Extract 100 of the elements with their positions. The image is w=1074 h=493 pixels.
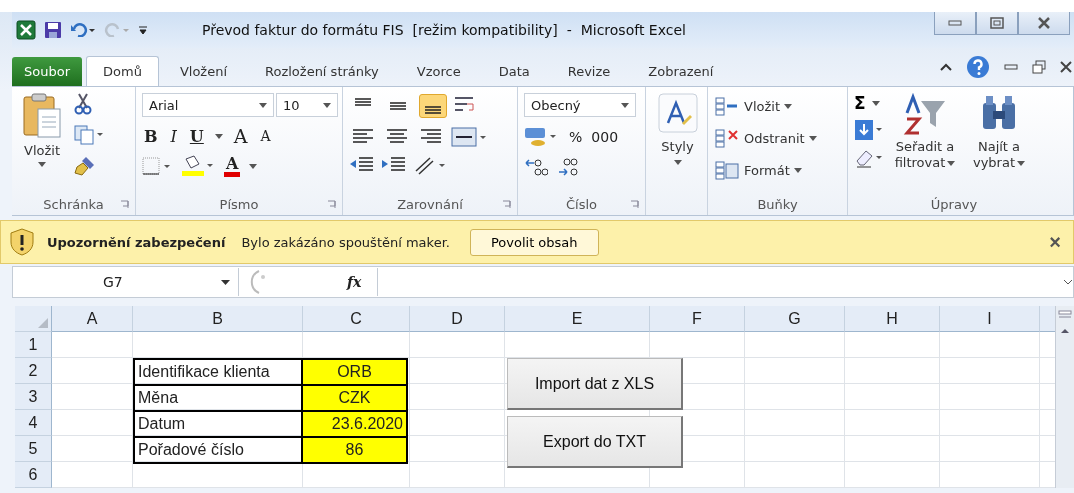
ribbon-tab[interactable]: Domů bbox=[86, 56, 159, 86]
caret-icon bbox=[259, 102, 267, 108]
close-button[interactable] bbox=[1018, 12, 1070, 35]
row-header[interactable]: 4 bbox=[15, 410, 52, 436]
format-painter-icon[interactable] bbox=[74, 155, 96, 177]
font-size-dropdown[interactable]: 10 bbox=[276, 93, 338, 117]
column-header[interactable]: G bbox=[745, 306, 845, 332]
macro-button[interactable]: Export do TXT bbox=[507, 416, 683, 468]
file-tab[interactable]: Soubor bbox=[12, 57, 82, 86]
ribbon-tab[interactable]: Revize bbox=[550, 56, 628, 86]
column-header[interactable]: I bbox=[940, 306, 1040, 332]
paste-button[interactable]: Vložit bbox=[18, 93, 66, 193]
copy-icon[interactable] bbox=[74, 125, 104, 145]
sort-filter-icon bbox=[903, 93, 947, 137]
insert-function-button[interactable]: fx bbox=[277, 274, 372, 290]
clipboard-icon bbox=[22, 93, 62, 139]
vertical-align-button[interactable] bbox=[419, 94, 447, 118]
row-header[interactable]: 1 bbox=[15, 332, 52, 358]
column-header[interactable]: F bbox=[650, 306, 745, 332]
sort-filter-button[interactable]: Seřadit a filtrovat bbox=[892, 93, 958, 193]
caret-icon bbox=[38, 162, 46, 167]
borders-icon[interactable] bbox=[142, 156, 172, 176]
cut-icon[interactable] bbox=[74, 93, 92, 115]
styles-button[interactable]: Styly bbox=[657, 93, 698, 165]
cells-icon bbox=[714, 96, 740, 116]
ribbon-tab[interactable]: Data bbox=[481, 56, 547, 86]
close-workbook-icon[interactable] bbox=[1060, 60, 1072, 74]
minimize-icon bbox=[948, 20, 962, 26]
caret-icon bbox=[871, 100, 880, 106]
find-select-button[interactable]: Najít a vybrat bbox=[966, 93, 1032, 193]
minimize-workbook-icon[interactable] bbox=[1004, 64, 1018, 70]
help-icon[interactable] bbox=[966, 55, 990, 79]
caret-icon bbox=[673, 160, 682, 165]
cells-icon bbox=[714, 128, 740, 148]
number-format-dropdown[interactable]: Obecný bbox=[524, 93, 636, 117]
ribbon-tab[interactable]: Vložení bbox=[162, 56, 244, 86]
save-icon[interactable] bbox=[44, 21, 62, 39]
ribbon-tab[interactable]: Zobrazení bbox=[631, 56, 731, 86]
macro-button[interactable]: Import dat z XLS bbox=[507, 358, 683, 410]
column-header[interactable]: B bbox=[133, 306, 303, 332]
table-cell: CZK bbox=[301, 384, 408, 412]
cells-command-button[interactable]: Formát bbox=[714, 157, 843, 183]
column-header[interactable]: H bbox=[845, 306, 940, 332]
undo-icon[interactable] bbox=[70, 23, 96, 37]
percent-style-button[interactable]: % bbox=[569, 129, 583, 145]
align-lines-icon bbox=[389, 102, 407, 110]
group-label: Úpravy bbox=[930, 196, 978, 212]
caret-icon[interactable] bbox=[249, 163, 258, 169]
scroll-up-icon[interactable] bbox=[1060, 328, 1070, 334]
align-lines-icon bbox=[354, 98, 372, 106]
table-cell: 86 bbox=[301, 436, 408, 464]
row-header[interactable]: 2 bbox=[15, 358, 52, 384]
thousands-separator-button[interactable]: 000 bbox=[591, 129, 619, 145]
decrease-indent-icon[interactable] bbox=[349, 156, 375, 174]
column-header[interactable]: E bbox=[505, 306, 650, 332]
collapse-ribbon-icon[interactable] bbox=[940, 62, 952, 72]
group-label: Schránka bbox=[43, 196, 104, 212]
customize-toolbar-icon[interactable] bbox=[138, 23, 148, 37]
shrink-font-button[interactable]: A bbox=[258, 128, 273, 144]
cells-command-button[interactable]: Odstranit bbox=[714, 125, 843, 151]
caret-icon bbox=[323, 102, 331, 108]
font-name-dropdown[interactable]: Arial bbox=[142, 93, 274, 117]
ribbon-tab[interactable]: Rozložení stránky bbox=[248, 56, 396, 86]
enable-content-button[interactable]: Povolit obsah bbox=[469, 228, 599, 256]
close-button[interactable]: × bbox=[1049, 230, 1061, 254]
group-label: Číslo bbox=[566, 196, 597, 212]
maximize-button[interactable] bbox=[976, 12, 1018, 35]
column-header[interactable]: C bbox=[303, 306, 410, 332]
underline-button[interactable]: U bbox=[187, 126, 206, 146]
table-cell: 23.6.2020 bbox=[301, 410, 408, 438]
name-box[interactable]: G7 bbox=[13, 268, 239, 296]
restore-workbook-icon[interactable] bbox=[1032, 60, 1046, 74]
text-orientation-icon[interactable] bbox=[413, 155, 447, 175]
vertical-scrollbar[interactable] bbox=[1055, 306, 1074, 488]
increase-indent-icon[interactable] bbox=[381, 156, 407, 174]
cells-command-button[interactable]: Vložit bbox=[714, 93, 843, 119]
row-header[interactable]: 6 bbox=[15, 462, 52, 488]
close-icon bbox=[1037, 17, 1051, 29]
caret-icon bbox=[793, 167, 802, 173]
cells-icon bbox=[714, 160, 740, 180]
autosum-button[interactable]: Σ bbox=[854, 93, 884, 113]
increase-decimal-icon[interactable] bbox=[524, 157, 548, 177]
fill-down-icon[interactable] bbox=[854, 119, 884, 141]
merge-cells-icon[interactable] bbox=[451, 127, 487, 147]
excel-logo-icon[interactable] bbox=[16, 20, 36, 40]
bold-button[interactable]: B bbox=[142, 126, 160, 146]
window-title: Převod faktur do formátu FIS [režim kompatibility] - Microsoft Excel bbox=[202, 22, 686, 38]
fill-color-icon[interactable] bbox=[181, 155, 215, 177]
row-header[interactable]: 3 bbox=[15, 384, 52, 410]
grow-font-button[interactable]: A bbox=[231, 125, 250, 147]
column-header[interactable]: D bbox=[410, 306, 505, 332]
group-label: Buňky bbox=[757, 196, 798, 212]
expand-formula-icon[interactable] bbox=[1063, 279, 1073, 285]
caret-icon[interactable] bbox=[214, 133, 223, 139]
font-color-button[interactable]: A bbox=[224, 155, 241, 177]
row-header[interactable]: 5 bbox=[15, 436, 52, 462]
column-header[interactable]: A bbox=[52, 306, 133, 332]
decrease-decimal-icon[interactable] bbox=[557, 157, 581, 177]
italic-button[interactable]: I bbox=[168, 126, 179, 146]
ribbon-tab[interactable]: Vzorce bbox=[399, 56, 478, 86]
